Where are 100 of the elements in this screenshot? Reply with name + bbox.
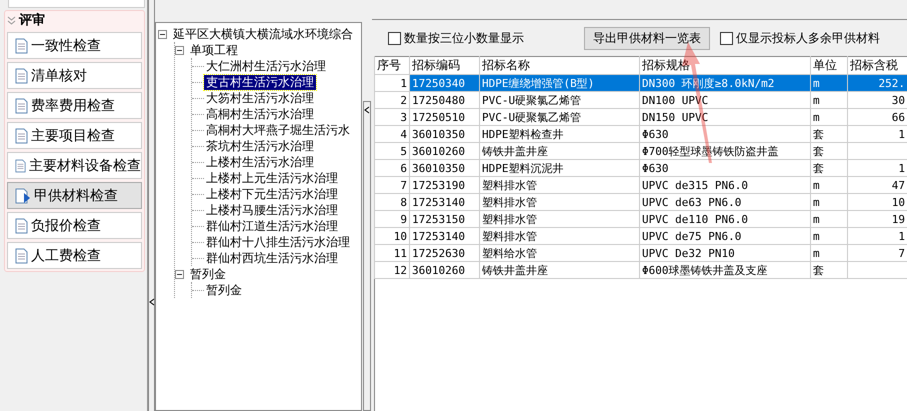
table-cell: DN300 环刚度≥8.0kN/m2 [640,74,810,92]
table-cell: UPVC de63 PN6.0 [640,194,810,210]
table-cell: Φ600球墨铸铁井盖及支座 [640,262,810,278]
table-cell: 3 [374,108,410,126]
table-cell: 套 [810,160,848,176]
export-button[interactable]: 导出甲供材料一览表 [584,26,710,50]
table-cell: 8 [374,194,410,210]
table-cell: 塑料给水管 [480,244,640,262]
table-cell: 30 [848,92,907,108]
table-cell: 252. [848,74,907,92]
sidebar-item[interactable]: 费率费用检查 [7,92,142,119]
table-cell: 7 [374,176,410,194]
table-cell: 19 [848,210,907,228]
table-cell: Φ630 [640,126,810,142]
sidebar-item[interactable]: 主要项目检查 [7,122,142,149]
tree-item[interactable]: 群仙村西坑生活污水治理 [204,250,340,266]
chevron-left-icon[interactable] [148,298,154,306]
document-icon [15,68,28,84]
table-cell: 铸铁井盖井座 [480,262,640,278]
table-cell: 塑料排水管 [480,210,640,228]
table-cell: m [810,92,848,108]
checkbox-box[interactable] [720,32,733,44]
tree-item[interactable]: 暂列金 [188,266,228,282]
table-cell: m [810,228,848,244]
tree-item[interactable]: 吏古村生活污水治理 [204,74,316,90]
tree-item[interactable]: 延平区大横镇大横流域水环境综合 [171,26,355,42]
tree-item[interactable]: 群仙村江道生活污水治理 [204,218,340,234]
table-cell: 17250480 [410,92,480,108]
table-cell: 17253140 [410,228,480,244]
tree-item[interactable]: 暂列金 [204,282,244,298]
table-cell: HDPE塑料检查井 [480,126,640,142]
table-cell: UPVC De32 PN10 [640,244,810,262]
collapse-icon[interactable] [158,30,167,38]
table-cell: m [810,74,848,92]
table-cell: m [810,176,848,194]
table-cell: 1 [374,74,410,92]
table-cell [848,262,907,278]
table-cell: DN100 UPVC [640,92,810,108]
tree-item[interactable]: 高桐村大坪燕子堀生活污水 [204,122,352,138]
table-cell: 1 [848,126,907,142]
table-cell: m [810,194,848,210]
checkbox-box[interactable] [388,32,401,44]
tree-item[interactable]: 上楼村马腰生活污水治理 [204,202,340,218]
tree-item[interactable]: 上楼村上元生活污水治理 [204,170,340,186]
sidebar-item[interactable]: 主要材料设备检查 [7,152,142,179]
tree-item[interactable]: 大笏村生活污水治理 [204,90,316,106]
sidebar-item[interactable]: 人工费检查 [7,242,142,269]
table-cell: UPVC de75 PN6.0 [640,228,810,244]
table-cell: 36010260 [410,142,480,160]
chevron-icon [7,16,16,24]
table-cell: HDPE塑料沉泥井 [480,160,640,176]
collapse-icon[interactable] [175,46,184,54]
table-cell: m [810,210,848,228]
tree-item[interactable]: 茶坑村生活污水治理 [204,138,316,154]
table-cell: 36010350 [410,160,480,176]
table-cell: 36010350 [410,126,480,142]
tree-item[interactable]: 大仁洲村生活污水治理 [204,58,328,74]
table-cell: 塑料排水管 [480,228,640,244]
table-cell [848,142,907,160]
table-cell: 1 [848,160,907,176]
tree-item[interactable]: 高桐村生活污水治理 [204,106,316,122]
sidebar-item[interactable]: 清单核对 [7,62,142,89]
table-cell: HDPE缠绕增强管(B型) [480,74,640,92]
sidebar-item[interactable]: 甲供材料检查 [7,182,142,209]
tree-item[interactable]: 单项工程 [188,42,240,58]
section-title: 评审 [19,12,45,29]
table-cell: PVC-U硬聚氯乙烯管 [480,108,640,126]
table-cell: 5 [374,142,410,160]
table-cell: 17250510 [410,108,480,126]
table-cell: m [810,108,848,126]
table-cell: 7 [848,244,907,262]
table-cell: DN150 UPVC [640,108,810,126]
table-cell: 6 [374,160,410,176]
table-cell: 4 [374,126,410,142]
table-cell: 11 [374,244,410,262]
table-cell: 2 [374,92,410,108]
document-icon [15,218,28,234]
table-cell: 47 [848,176,907,194]
tree-item[interactable]: 群仙村十八排生活污水治理 [204,234,352,250]
table-cell: 17253190 [410,176,480,194]
table-cell: 塑料排水管 [480,194,640,210]
table-cell: 36010260 [410,262,480,278]
chevron-left-icon[interactable] [364,106,370,114]
table-cell: 1 [848,228,907,244]
table-cell: 套 [810,142,848,160]
tree-item[interactable]: 上楼村生活污水治理 [204,154,316,170]
document-icon [15,128,28,144]
sidebar-item[interactable]: 一致性检查 [7,32,142,59]
document-icon [15,158,26,174]
table-cell: 10 [374,228,410,244]
table-cell: 铸铁井盖井座 [480,142,640,160]
collapse-icon[interactable] [175,270,184,278]
table-cell: 9 [374,210,410,228]
table-cell: PVC-U硬聚氯乙烯管 [480,92,640,108]
sidebar-item[interactable]: 负报价检查 [7,212,142,239]
table-cell: UPVC de110 PN6.0 [640,210,810,228]
table-cell: 套 [810,126,848,142]
table-cell: 10 [848,194,907,210]
tree-item[interactable]: 上楼村下元生活污水治理 [204,186,340,202]
table-cell: 套 [810,262,848,278]
